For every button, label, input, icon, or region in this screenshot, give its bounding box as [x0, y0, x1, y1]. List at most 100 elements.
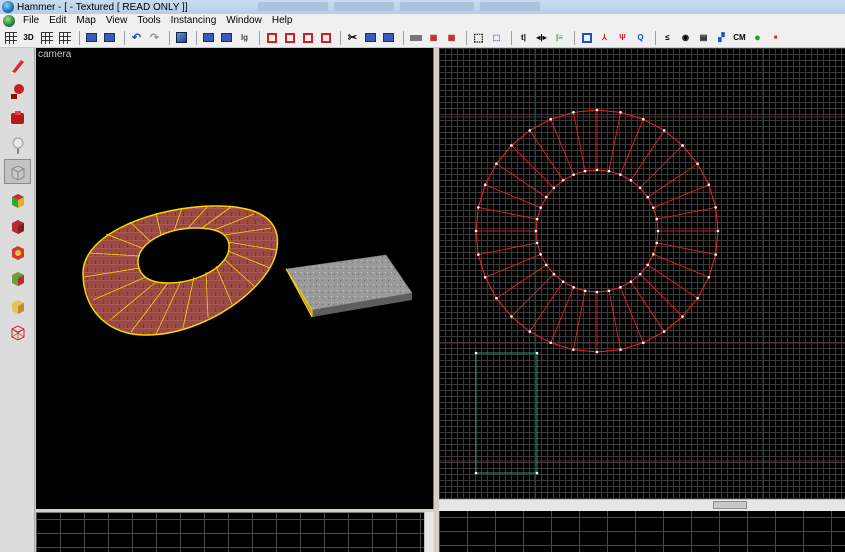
document-icon[interactable]	[3, 15, 15, 27]
filter-control-button[interactable]: ▤	[696, 30, 711, 45]
vertex-handle[interactable]	[510, 315, 513, 318]
vertex-handle[interactable]	[696, 162, 699, 166]
vertex-handle[interactable]	[572, 348, 575, 351]
grid-toggle-button[interactable]	[3, 30, 18, 45]
vertex-handle[interactable]	[646, 263, 650, 267]
vertex-handle[interactable]	[535, 241, 539, 245]
vertex-handle[interactable]	[714, 253, 717, 256]
move-to-visgroup-button[interactable]	[318, 30, 333, 45]
vertex-handle[interactable]	[510, 144, 513, 147]
cordon-button[interactable]: ▞	[714, 30, 729, 45]
vertex-handle[interactable]	[539, 253, 542, 256]
vertex-handle[interactable]	[483, 183, 487, 186]
menu-map[interactable]: Map	[71, 14, 100, 28]
ignore-groups-button[interactable]: lg	[237, 30, 252, 45]
selection-bounds-button[interactable]: ⬚	[471, 30, 486, 45]
vertex-handle[interactable]	[572, 111, 575, 114]
align-button[interactable]: |≡	[552, 30, 567, 45]
side-2d-viewport[interactable]	[439, 511, 845, 552]
texture-application-tool-button[interactable]	[4, 187, 31, 212]
ring-top-view[interactable]	[474, 108, 720, 354]
brush-outline[interactable]	[475, 352, 538, 474]
vertex-handle[interactable]	[535, 217, 539, 221]
vertex-handle[interactable]	[662, 330, 666, 333]
menu-window[interactable]: Window	[221, 14, 267, 28]
vertex-handle[interactable]	[477, 206, 480, 209]
move-to-world-button[interactable]: ▦	[426, 30, 441, 45]
menu-help[interactable]: Help	[267, 14, 298, 28]
vertex-handle[interactable]	[595, 290, 599, 294]
top-2d-viewport[interactable]	[439, 48, 845, 499]
vertex-handle[interactable]	[619, 173, 622, 176]
vertex-handle[interactable]	[681, 144, 684, 147]
vertex-handle[interactable]	[552, 186, 556, 190]
vertex-handle[interactable]	[607, 169, 611, 173]
snap-to-grid-button[interactable]	[579, 30, 594, 45]
vertex-handle[interactable]	[595, 108, 599, 112]
top-view-scrollbar[interactable]	[439, 499, 845, 511]
larger-grid-button[interactable]	[57, 30, 72, 45]
vertex-handle[interactable]	[642, 117, 645, 121]
vertex-handle[interactable]	[572, 286, 575, 289]
check-problems-button[interactable]: Q	[633, 30, 648, 45]
load-pointfile-button[interactable]: ≤	[660, 30, 675, 45]
camera-viewport[interactable]: camera	[36, 48, 434, 509]
vertex-handle[interactable]	[539, 206, 542, 209]
carve-button[interactable]	[84, 30, 99, 45]
front-view-scrollbar[interactable]	[424, 512, 434, 552]
vertex-handle[interactable]	[583, 289, 587, 293]
vertex-handle[interactable]	[607, 289, 611, 293]
vertex-handle[interactable]	[595, 168, 599, 172]
show-all-button[interactable]	[300, 30, 315, 45]
run-map-button[interactable]: ●	[750, 30, 765, 45]
vertex-handle[interactable]	[534, 229, 538, 233]
vertex-handle[interactable]	[549, 341, 552, 345]
vertex-handle[interactable]	[474, 229, 478, 233]
vertex-handle[interactable]	[714, 206, 717, 209]
vertex-handle[interactable]	[619, 286, 622, 289]
magnify-tool-button[interactable]	[4, 79, 31, 104]
block-tool-button[interactable]	[4, 159, 31, 184]
vertex-handle[interactable]	[629, 178, 633, 182]
scrollbar-thumb[interactable]	[713, 501, 747, 509]
vertex-handle[interactable]	[595, 350, 599, 354]
camera-tool-button[interactable]	[4, 105, 31, 130]
tie-to-entity-button[interactable]	[408, 30, 423, 45]
vertex-handle[interactable]	[655, 217, 659, 221]
vertex-handle[interactable]	[552, 272, 556, 276]
vertex-handle[interactable]	[561, 280, 565, 284]
cut-button[interactable]: ✂	[345, 30, 360, 45]
vertex-handle[interactable]	[652, 206, 655, 209]
vertex-handle[interactable]	[716, 229, 720, 233]
group-button[interactable]	[201, 30, 216, 45]
vertex-handle[interactable]	[583, 169, 587, 173]
vertex-handle[interactable]	[652, 253, 655, 256]
vertex-handle[interactable]	[544, 195, 548, 199]
vertex-handle[interactable]	[662, 129, 666, 132]
undo-button[interactable]: ↶	[129, 30, 144, 45]
menu-edit[interactable]: Edit	[44, 14, 71, 28]
flip-horizontal-button[interactable]: ◂|▸	[534, 30, 549, 45]
vertex-handle[interactable]	[707, 276, 711, 279]
front-2d-viewport[interactable]	[36, 512, 424, 552]
paste-button[interactable]	[381, 30, 396, 45]
menu-view[interactable]: View	[101, 14, 133, 28]
vertex-handle[interactable]	[646, 195, 650, 199]
vertex-handle[interactable]	[495, 162, 498, 166]
vertex-handle[interactable]	[656, 229, 660, 233]
menu-instancing[interactable]: Instancing	[166, 14, 222, 28]
vertex-handle[interactable]	[561, 178, 565, 182]
clipping-tool-button[interactable]	[4, 293, 31, 318]
smaller-grid-button[interactable]	[39, 30, 54, 45]
vertex-handle[interactable]	[629, 280, 633, 284]
hammer-app-icon[interactable]	[2, 1, 14, 13]
decal-tool-button[interactable]	[4, 239, 31, 264]
flip-vertical-button[interactable]: t|	[516, 30, 531, 45]
vertex-handle[interactable]	[495, 296, 498, 300]
redo-button[interactable]: ↷	[147, 30, 162, 45]
menu-tools[interactable]: Tools	[132, 14, 165, 28]
compile-button[interactable]: ■	[768, 30, 783, 45]
radius-culling-button[interactable]: ▦	[444, 30, 459, 45]
vertex-handle[interactable]	[528, 330, 532, 333]
vertex-handle[interactable]	[619, 348, 622, 351]
